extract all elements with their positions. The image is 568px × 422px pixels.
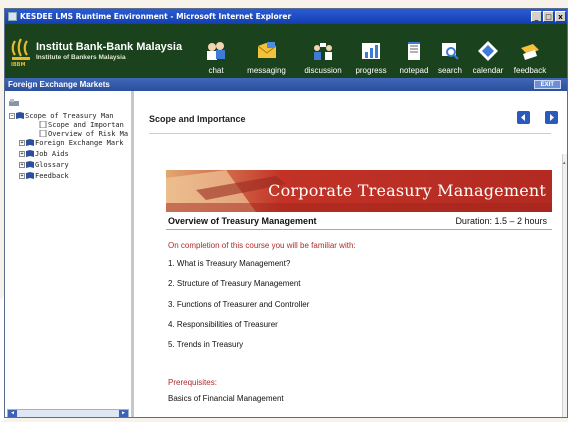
main-area: − Scope of Treasury Man Scope and Import… (5, 91, 567, 417)
nav-horizontal-scrollbar[interactable]: ◀ ▶ (7, 409, 129, 417)
expand-icon[interactable]: + (19, 172, 25, 179)
tree-item-foreign-exchange[interactable]: + Foreign Exchange Mark (19, 138, 124, 147)
messaging-icon (257, 42, 276, 58)
toolbar-search-label: search (437, 66, 462, 75)
window-title: KESDEE LMS Runtime Environment - Microso… (20, 12, 292, 21)
next-page-button[interactable] (545, 111, 558, 124)
tree-item-label: Foreign Exchange Mark (35, 138, 124, 147)
overview-divider (166, 229, 552, 230)
objectives-intro: On completion of this course you will be… (168, 241, 356, 250)
toolbar-progress-label: progress (355, 66, 387, 75)
list-item: 5. Trends in Treasury (168, 340, 244, 350)
tree-item-scope-and-importance[interactable]: Scope and Importan (39, 120, 124, 129)
toolbar-feedback[interactable]: feedback (511, 27, 549, 75)
expand-icon[interactable]: + (19, 139, 25, 146)
expand-icon[interactable]: + (19, 161, 25, 168)
course-hero-banner: Corporate Treasury Management (166, 170, 552, 212)
toolbar-notepad-label: notepad (399, 66, 429, 75)
prerequisites-value: Basics of Financial Management (168, 394, 284, 403)
search-icon (442, 43, 459, 60)
toolbar-notepad[interactable]: notepad (395, 27, 433, 75)
list-item: 3. Functions of Treasurer and Controller (168, 299, 310, 309)
course-nav-tree: − Scope of Treasury Man Scope and Import… (5, 91, 134, 417)
ibbm-logo-icon (11, 38, 30, 60)
lms-toolbar: chat messaging discussion progress notep… (203, 27, 549, 75)
tree-item-label: Scope and Importan (48, 120, 124, 129)
tree-item-label: Scope of Treasury Man (25, 111, 114, 120)
toolbar-search[interactable]: search (435, 27, 465, 75)
tree-item-feedback[interactable]: + Feedback (19, 171, 69, 180)
previous-page-button[interactable] (517, 111, 530, 124)
content-pane: Scope and Importance ▴ Corporate Treasur… (137, 91, 567, 417)
toolbar-calendar-label: calendar (472, 66, 504, 75)
toolbar-chat[interactable]: chat (203, 27, 229, 75)
title-separator (149, 133, 551, 134)
list-item: 1. What is Treasury Management? (168, 259, 291, 268)
maximize-button[interactable]: □ (543, 11, 554, 22)
course-duration: Duration: 1.5 – 2 hours (455, 216, 547, 226)
tree-root-icon (9, 99, 19, 106)
tree-item-label: Feedback (35, 171, 69, 180)
scroll-right-icon[interactable]: ▶ (119, 410, 128, 417)
tree-item-label: Job Aids (35, 149, 69, 158)
toolbar-messaging-label: messaging (247, 66, 286, 75)
window-controls: _ □ x (531, 11, 567, 22)
hero-title: Corporate Treasury Management (268, 181, 546, 200)
calendar-icon (478, 41, 498, 61)
tree-item-overview-of-risk[interactable]: Overview of Risk Ma (39, 129, 128, 138)
book-icon (26, 150, 34, 157)
minimize-button[interactable]: _ (531, 11, 542, 22)
collapse-icon[interactable]: − (9, 112, 15, 119)
expand-icon[interactable]: + (19, 150, 25, 157)
toolbar-feedback-label: feedback (513, 66, 547, 75)
header-banner: Institut Bank-Bank Malaysia Institute of… (5, 24, 567, 78)
toolbar-progress[interactable]: progress (351, 27, 391, 75)
progress-icon (362, 43, 380, 59)
feedback-icon (521, 44, 539, 60)
toolbar-calendar[interactable]: calendar (468, 27, 508, 75)
tree-item-glossary[interactable]: + Glossary (19, 160, 69, 169)
tree-item-scope-of-treasury[interactable]: − Scope of Treasury Man (9, 111, 114, 120)
toolbar-chat-label: chat (208, 66, 224, 75)
scroll-up-icon[interactable]: ▴ (563, 160, 567, 166)
course-bar: Foreign Exchange Markets EXIT (5, 78, 567, 91)
toolbar-messaging[interactable]: messaging (239, 27, 294, 75)
list-item: 2. Structure of Treasury Management (168, 279, 301, 289)
toolbar-discussion-label: discussion (304, 66, 342, 75)
page-icon (39, 130, 47, 137)
org-subtitle: Institute of Bankers Malaysia (36, 54, 126, 61)
ibbm-logo: Institut Bank-Bank Malaysia Institute of… (11, 38, 183, 68)
book-icon (16, 112, 24, 119)
page-icon (39, 121, 47, 128)
scroll-left-icon[interactable]: ◀ (8, 410, 17, 417)
exit-button[interactable]: EXIT (533, 80, 561, 89)
book-icon (26, 172, 34, 179)
course-title: Foreign Exchange Markets (8, 80, 110, 89)
app-icon (8, 12, 17, 21)
chat-icon (207, 42, 225, 60)
book-icon (26, 161, 34, 168)
book-icon (26, 139, 34, 146)
window-titlebar[interactable]: KESDEE LMS Runtime Environment - Microso… (5, 9, 567, 24)
notepad-icon (408, 42, 420, 60)
close-button[interactable]: x (555, 11, 566, 22)
prerequisites-label: Prerequisites: (168, 378, 217, 387)
content-vertical-scrollbar[interactable]: ▴ (562, 154, 567, 417)
objectives-list: 1. What is Treasury Management? 2. Struc… (168, 259, 309, 360)
tree-item-label: Overview of Risk Ma (48, 129, 129, 138)
browser-window: KESDEE LMS Runtime Environment - Microso… (4, 8, 568, 418)
logo-abbr: IBBM (11, 62, 26, 68)
toolbar-discussion[interactable]: discussion (298, 27, 348, 75)
overview-title: Overview of Treasury Management (168, 216, 317, 226)
discussion-icon (314, 43, 332, 60)
tree-item-label: Glossary (35, 160, 69, 169)
org-name: Institut Bank-Bank Malaysia (36, 41, 183, 53)
tree-item-job-aids[interactable]: + Job Aids (19, 149, 69, 158)
list-item: 4. Responsibilities of Treasurer (168, 319, 278, 329)
page-title: Scope and Importance (149, 114, 246, 124)
